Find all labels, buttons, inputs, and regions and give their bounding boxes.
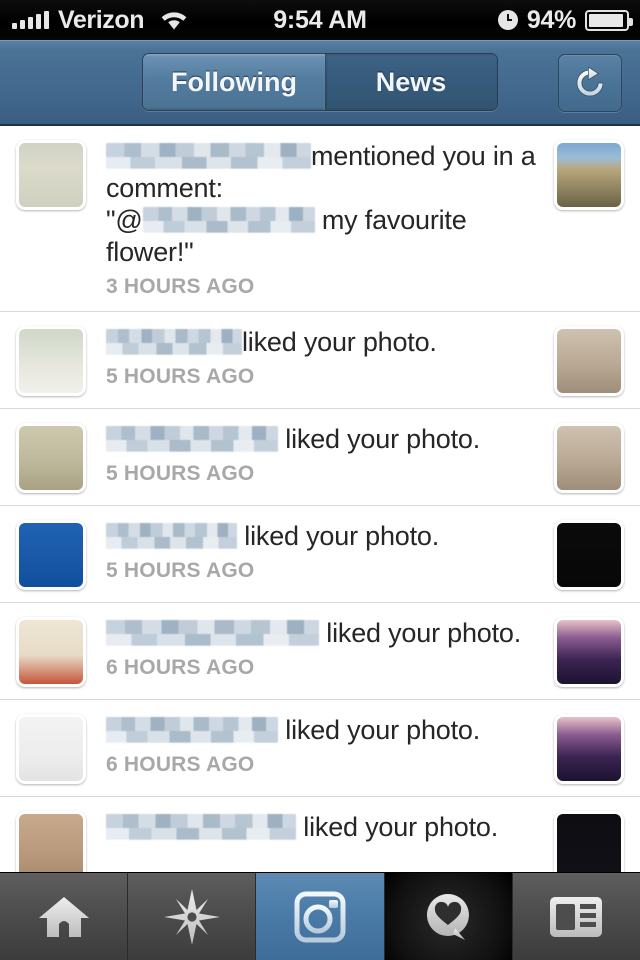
segment-following[interactable]: Following: [143, 54, 325, 110]
purple-couple-photo: [557, 717, 621, 781]
purple-couple-photo: [557, 620, 621, 684]
photo-thumbnail[interactable]: [554, 811, 624, 872]
tab-home[interactable]: [0, 873, 129, 960]
timestamp: 5 HOURS AGO: [106, 365, 255, 388]
white-lily-flower-photo: [557, 143, 621, 207]
jumping-person-photo: [19, 426, 83, 490]
notification-message: liked your photo.: [106, 714, 540, 746]
redacted-username[interactable]: [106, 523, 237, 549]
avatar[interactable]: [16, 423, 86, 493]
timestamp: 6 HOURS AGO: [106, 753, 255, 776]
redacted-username[interactable]: [106, 329, 242, 355]
notification-body: liked your photo. 5 HOURS AGO: [86, 520, 554, 583]
timestamp: 5 HOURS AGO: [106, 462, 255, 485]
avatar[interactable]: [16, 714, 86, 784]
avatar[interactable]: [16, 140, 86, 210]
partially-visible-photo: [19, 814, 83, 872]
redacted-username[interactable]: [142, 207, 315, 233]
dark-collage-photo: [557, 523, 621, 587]
photo-thumbnail[interactable]: [554, 617, 624, 687]
home-icon: [36, 891, 92, 943]
notification-message: liked your photo.: [106, 326, 540, 358]
tab-profile[interactable]: [512, 873, 640, 960]
man-with-glasses-photo: [19, 329, 83, 393]
redacted-username[interactable]: [106, 426, 278, 452]
photo-thumbnail[interactable]: [554, 140, 624, 210]
timestamp: 5 HOURS AGO: [106, 559, 255, 582]
message-text: liked your photo.: [242, 327, 437, 357]
battery-percent-label: 94%: [526, 5, 576, 34]
busy-beige-scene-photo: [557, 426, 621, 490]
avatar[interactable]: [16, 326, 86, 396]
segment-news[interactable]: News: [324, 54, 497, 110]
photo-thumbnail[interactable]: [554, 326, 624, 396]
avatar[interactable]: [16, 617, 86, 687]
message-text: "@: [106, 205, 143, 235]
refresh-button[interactable]: [558, 54, 622, 112]
navigation-bar: Following News: [0, 40, 640, 126]
message-text: liked your photo.: [319, 618, 522, 648]
underwater-swimmer-photo: [19, 523, 83, 587]
tab-camera[interactable]: [256, 873, 385, 960]
notification-row[interactable]: liked your photo. 6 HOURS AGO: [0, 603, 640, 700]
partially-visible-thumb: [557, 814, 621, 872]
tab-bar: [0, 872, 640, 960]
curly-hair-round-glasses-photo: [19, 620, 83, 684]
timestamp: 6 HOURS AGO: [106, 656, 255, 679]
avatar[interactable]: [16, 811, 86, 872]
profile-list-icon: [548, 894, 604, 940]
status-bar-left: Verizon: [0, 5, 191, 34]
notification-body: liked your photo. 6 HOURS AGO: [86, 617, 554, 680]
notification-message: mentioned you in a comment: "@ my favouri…: [106, 140, 540, 268]
notifications-list[interactable]: mentioned you in a comment: "@ my favouri…: [0, 126, 640, 872]
redacted-username[interactable]: [106, 143, 311, 169]
notification-row[interactable]: liked your photo. 5 HOURS AGO: [0, 409, 640, 506]
notification-message: liked your photo.: [106, 617, 540, 649]
notification-body: liked your photo. 6 HOURS AGO: [86, 714, 554, 777]
notification-row[interactable]: liked your photo. 5 HOURS AGO: [0, 312, 640, 409]
instagram-news-screen: Verizon 9:54 AM 94% Following News menti…: [0, 0, 640, 960]
notification-row[interactable]: liked your photo. 6 HOURS AGO: [0, 700, 640, 797]
notification-row[interactable]: liked your photo.: [0, 797, 640, 872]
message-text: liked your photo.: [296, 812, 499, 842]
timestamp: 3 HOURS AGO: [106, 275, 255, 298]
redacted-username[interactable]: [106, 620, 319, 646]
person-upside-down-photo: [19, 143, 83, 207]
status-bar: Verizon 9:54 AM 94%: [0, 0, 640, 40]
status-bar-right: 94%: [497, 5, 640, 35]
refresh-icon: [571, 64, 609, 102]
wifi-icon: [157, 8, 191, 32]
message-text: liked your photo.: [278, 424, 481, 454]
tab-popular[interactable]: [128, 873, 257, 960]
busy-beige-scene-photo: [557, 329, 621, 393]
notification-message: liked your photo.: [106, 520, 540, 552]
notification-body: mentioned you in a comment: "@ my favouri…: [86, 140, 554, 299]
battery-icon: [585, 9, 633, 31]
notification-body: liked your photo.: [86, 811, 554, 843]
heart-speech-bubble-icon: [421, 890, 475, 944]
signal-bars-icon: [12, 10, 49, 29]
carrier-label: Verizon: [58, 5, 145, 34]
notification-body: liked your photo. 5 HOURS AGO: [86, 326, 554, 389]
message-text: liked your photo.: [278, 715, 481, 745]
redacted-username[interactable]: [106, 814, 296, 840]
notification-body: liked your photo. 5 HOURS AGO: [86, 423, 554, 486]
feed-segmented-control[interactable]: Following News: [142, 53, 498, 111]
star-burst-icon: [163, 888, 221, 946]
camera-icon: [291, 890, 349, 944]
message-text: liked your photo.: [237, 521, 440, 551]
alarm-clock-icon: [497, 10, 518, 30]
notification-message: liked your photo.: [106, 423, 540, 455]
notification-message: liked your photo.: [106, 811, 540, 843]
tab-news[interactable]: [384, 873, 513, 960]
photo-thumbnail[interactable]: [554, 520, 624, 590]
notification-row[interactable]: liked your photo. 5 HOURS AGO: [0, 506, 640, 603]
photo-thumbnail[interactable]: [554, 714, 624, 784]
notification-row[interactable]: mentioned you in a comment: "@ my favouri…: [0, 126, 640, 312]
redacted-username[interactable]: [106, 717, 278, 743]
avatar[interactable]: [16, 520, 86, 590]
photo-thumbnail[interactable]: [554, 423, 624, 493]
bw-sunglasses-face-photo: [19, 717, 83, 781]
